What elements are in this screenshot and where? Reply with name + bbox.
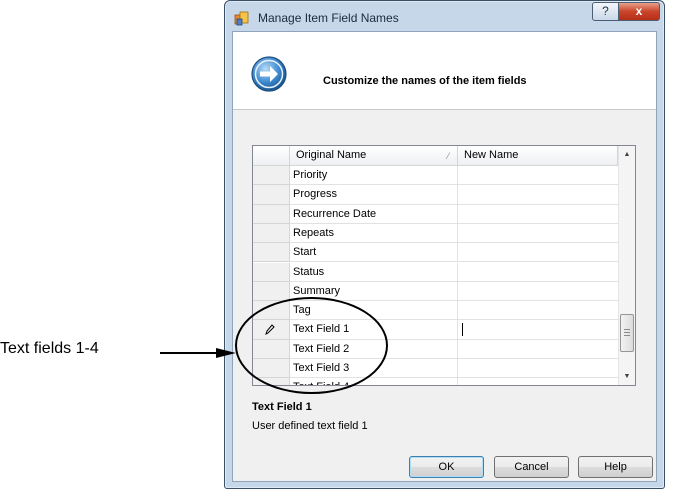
scroll-thumb[interactable] [620, 314, 634, 352]
new-name-cell[interactable] [458, 166, 618, 186]
new-name-cell[interactable] [458, 185, 618, 205]
help-button[interactable]: Help [578, 456, 653, 478]
vertical-scrollbar[interactable]: ▲ ▼ [618, 146, 635, 385]
new-name-cell[interactable] [458, 282, 618, 302]
new-name-cell[interactable] [458, 263, 618, 282]
table-row[interactable]: Status [253, 262, 618, 282]
highlight-ellipse [235, 297, 388, 394]
header-instruction: Customize the names of the item fields [323, 75, 527, 87]
new-name-cell[interactable] [458, 378, 618, 385]
new-name-cell[interactable] [458, 205, 618, 224]
title-help-button[interactable]: ? [592, 2, 619, 21]
close-button[interactable]: x [618, 2, 660, 21]
arrow-right-icon [251, 56, 287, 92]
description-title: Text Field 1 [252, 401, 312, 413]
row-selector[interactable] [253, 204, 290, 224]
column-header-original-name[interactable]: Original Name ⁄ [290, 146, 458, 166]
close-icon: x [635, 4, 643, 18]
ok-button[interactable]: OK [409, 456, 484, 478]
sort-icon: ⁄ [447, 151, 449, 161]
original-name-cell: Status [290, 262, 458, 282]
table-row[interactable]: Progress [253, 185, 618, 205]
table-row[interactable]: Repeats [253, 223, 618, 244]
dialog-body: Customize the names of the item fields O… [232, 31, 657, 482]
scroll-down-icon[interactable]: ▼ [619, 368, 635, 385]
column-header-label: New Name [464, 149, 519, 161]
annotation-arrow-icon [160, 348, 236, 358]
original-name-cell: Progress [290, 185, 458, 205]
new-name-cell[interactable] [458, 359, 618, 379]
table-row[interactable]: Start [253, 243, 618, 263]
row-selector[interactable] [253, 223, 290, 244]
table-row[interactable]: Recurrence Date [253, 204, 618, 224]
new-name-cell[interactable] [458, 243, 618, 263]
description-text: User defined text field 1 [252, 420, 368, 432]
new-name-cell[interactable] [458, 320, 618, 340]
column-header-label: Original Name [296, 149, 367, 161]
scroll-up-icon[interactable]: ▲ [619, 146, 635, 163]
row-selector[interactable] [253, 262, 290, 282]
new-name-cell[interactable] [458, 224, 618, 244]
original-name-cell: Priority [290, 166, 458, 186]
row-header-corner [253, 146, 290, 166]
original-name-cell: Start [290, 243, 458, 263]
dialog-header: Customize the names of the item fields [233, 32, 656, 110]
row-selector[interactable] [253, 243, 290, 263]
app-icon [234, 11, 249, 26]
new-name-cell[interactable] [458, 340, 618, 359]
dialog-title: Manage Item Field Names [258, 11, 399, 25]
row-selector[interactable] [253, 281, 290, 302]
table-row[interactable]: Priority [253, 166, 618, 186]
dialog-window: Manage Item Field Names ? x Customize th… [224, 0, 665, 489]
row-selector[interactable] [253, 166, 290, 186]
annotation-label: Text fields 1-4 [0, 340, 99, 357]
title-bar[interactable]: Manage Item Field Names ? x [225, 1, 664, 31]
text-caret [462, 323, 463, 337]
column-header-new-name[interactable]: New Name [458, 146, 618, 166]
original-name-cell: Recurrence Date [290, 204, 458, 224]
original-name-cell: Repeats [290, 223, 458, 244]
row-selector[interactable] [253, 185, 290, 205]
new-name-cell[interactable] [458, 301, 618, 321]
cancel-button[interactable]: Cancel [494, 456, 569, 478]
